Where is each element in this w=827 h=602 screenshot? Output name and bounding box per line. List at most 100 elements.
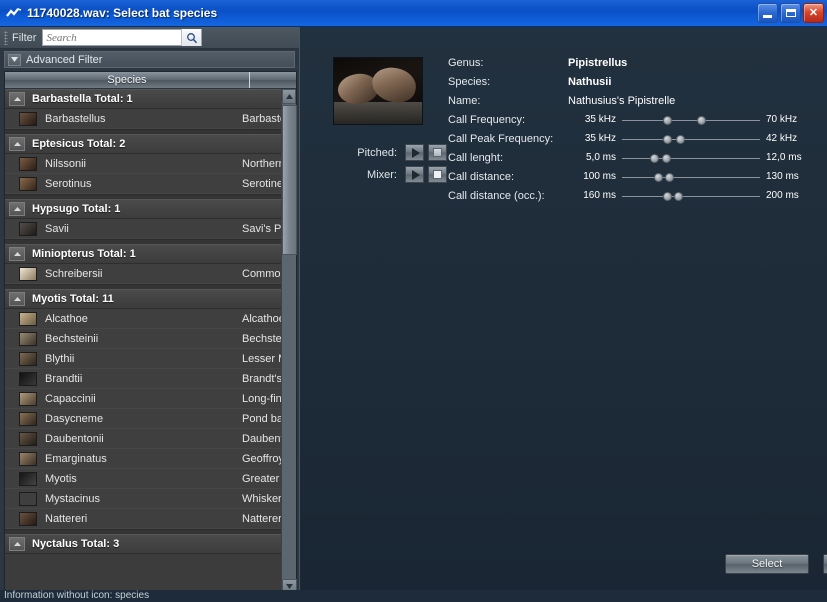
collapse-group-icon[interactable] [9, 292, 25, 306]
species-group-header[interactable]: Nyctalus Total: 3 [5, 534, 283, 554]
slider-thumb-low[interactable] [653, 172, 663, 182]
vertical-scrollbar[interactable] [281, 89, 297, 594]
species-name: Bechsteinii [45, 332, 99, 345]
species-thumbnail [19, 311, 37, 326]
species-list-item[interactable]: Nilssonii Northern bat [5, 154, 283, 174]
slider-max-value: 12,0 ms [766, 152, 802, 163]
name-row: Name: Nathusius's Pipistrelle [448, 91, 818, 110]
slider-min-value: 160 ms [583, 190, 616, 201]
advanced-filter-expander[interactable]: Advanced Filter [4, 51, 295, 68]
slider-track[interactable] [622, 151, 760, 165]
drag-handle-icon[interactable] [4, 30, 8, 45]
list-column-headers: Species [5, 72, 296, 89]
species-list-item[interactable]: Nattereri Natterer's bat [5, 509, 283, 529]
slider-thumb-low[interactable] [663, 115, 673, 125]
species-list-item[interactable]: Capaccinii Long-fingered bat [5, 389, 283, 409]
slider-track[interactable] [622, 113, 760, 127]
slider-thumb-high[interactable] [662, 153, 672, 163]
species-name: Nattereri [45, 512, 88, 525]
slider-line [622, 176, 760, 178]
mixer-play-button[interactable] [405, 166, 424, 183]
range-slider-row: Call Frequency: 35 kHz 70 kHz [448, 110, 818, 129]
pitched-label: Pitched: [357, 146, 397, 159]
slider-track[interactable] [622, 189, 760, 203]
filter-toolbar: Filter [0, 27, 299, 49]
collapse-group-icon[interactable] [9, 92, 25, 106]
species-group-header[interactable]: Myotis Total: 11 [5, 289, 283, 309]
collapse-group-icon[interactable] [9, 137, 25, 151]
species-common-name: Whiskered bat [242, 492, 283, 505]
column-header-common[interactable] [250, 72, 296, 88]
search-input[interactable] [43, 30, 182, 45]
collapse-group-icon[interactable] [9, 537, 25, 551]
close-button[interactable]: ✕ [803, 3, 824, 23]
species-group-header[interactable]: Eptesicus Total: 2 [5, 134, 283, 154]
pitched-play-button[interactable] [405, 144, 424, 161]
column-header-species[interactable]: Species [5, 72, 250, 88]
species-list-item[interactable]: Alcathoe Alcathoe bat [5, 309, 283, 329]
species-list-item[interactable]: Daubentonii Daubenton's bat [5, 429, 283, 449]
species-list-item[interactable]: Serotinus Serotine [5, 174, 283, 194]
slider-min-value: 35 kHz [584, 133, 616, 144]
slider-thumb-low[interactable] [663, 191, 673, 201]
species-list-item[interactable]: Emarginatus Geoffroy's bat [5, 449, 283, 469]
species-group-header[interactable]: Barbastella Total: 1 [5, 89, 283, 109]
vertical-scroll-thumb[interactable] [282, 105, 297, 255]
collapse-group-icon[interactable] [9, 202, 25, 216]
select-button[interactable]: Select [725, 554, 809, 574]
slider-thumb-low[interactable] [663, 134, 673, 144]
slider-track[interactable] [622, 132, 760, 146]
pitched-stop-button[interactable] [428, 144, 447, 161]
species-group-header[interactable]: Hypsugo Total: 1 [5, 199, 283, 219]
species-list-item[interactable]: Mystacinus Whiskered bat [5, 489, 283, 509]
scroll-up-button[interactable] [282, 89, 296, 104]
slider-thumb-low[interactable] [649, 153, 659, 163]
species-browser-panel: Filter Advanced Filter Species [0, 27, 300, 602]
species-thumbnail [19, 221, 37, 236]
species-list-item[interactable]: Dasycneme Pond bat [5, 409, 283, 429]
playback-controls: Pitched: Mixer: [301, 143, 451, 187]
maximize-button[interactable] [780, 3, 801, 23]
species-list-item[interactable]: Schreibersii Common bent-wing bat [5, 264, 283, 284]
species-list-item[interactable]: Savii Savi's Pipistrelle [5, 219, 283, 239]
mixer-stop-button[interactable] [428, 166, 447, 183]
species-list-item[interactable]: Blythii Lesser Mouse-eared bat [5, 349, 283, 369]
select-bat-species-dialog: 11740028.wav: Select bat species ✕ Filte… [0, 0, 827, 602]
slider-max-value: 42 kHz [766, 133, 798, 144]
slider-max-value: 200 ms [766, 190, 799, 201]
species-group-header[interactable]: Miniopterus Total: 1 [5, 244, 283, 264]
search-button[interactable] [181, 29, 202, 46]
group-title: Eptesicus Total: 2 [32, 138, 126, 150]
species-list-item[interactable]: Barbastellus Barbastelle [5, 109, 283, 129]
remove-button[interactable]: Remove [823, 554, 827, 574]
species-list-item[interactable]: Brandtii Brandt's bat [5, 369, 283, 389]
minimize-button[interactable] [757, 3, 778, 23]
play-icon [411, 147, 420, 158]
species-list-item[interactable]: Bechsteinii Bechstein's bat [5, 329, 283, 349]
status-text: Information without icon: species [4, 590, 150, 601]
slider-label: Call Peak Frequency: [448, 132, 554, 145]
species-name: Blythii [45, 352, 75, 365]
search-field-wrap [42, 29, 203, 46]
chevron-down-icon[interactable] [8, 53, 21, 66]
slider-thumb-high[interactable] [696, 115, 706, 125]
slider-thumb-high[interactable] [664, 172, 674, 182]
species-common-name: Serotine [242, 177, 283, 190]
species-common-name: Savi's Pipistrelle [242, 222, 283, 235]
slider-thumb-high[interactable] [674, 191, 684, 201]
advanced-filter-label: Advanced Filter [26, 53, 103, 66]
species-name: Daubentonii [45, 432, 104, 445]
genus-value: Pipistrellus [568, 56, 628, 69]
slider-label: Call Frequency: [448, 113, 526, 126]
play-icon [411, 169, 420, 180]
species-thumbnail [19, 156, 37, 171]
slider-thumb-high[interactable] [675, 134, 685, 144]
slider-track[interactable] [622, 170, 760, 184]
collapse-group-icon[interactable] [9, 247, 25, 261]
species-common-name: Bechstein's bat [242, 332, 283, 345]
species-common-name: Pond bat [242, 412, 283, 425]
slider-label: Call lenght: [448, 151, 504, 164]
species-list-item[interactable]: Myotis Greater Mouse-eared bat [5, 469, 283, 489]
range-slider-row: Call lenght: 5,0 ms 12,0 ms [448, 148, 818, 167]
species-list-scroll[interactable]: Barbastella Total: 1 Barbastellus Barbast e… [5, 89, 283, 594]
